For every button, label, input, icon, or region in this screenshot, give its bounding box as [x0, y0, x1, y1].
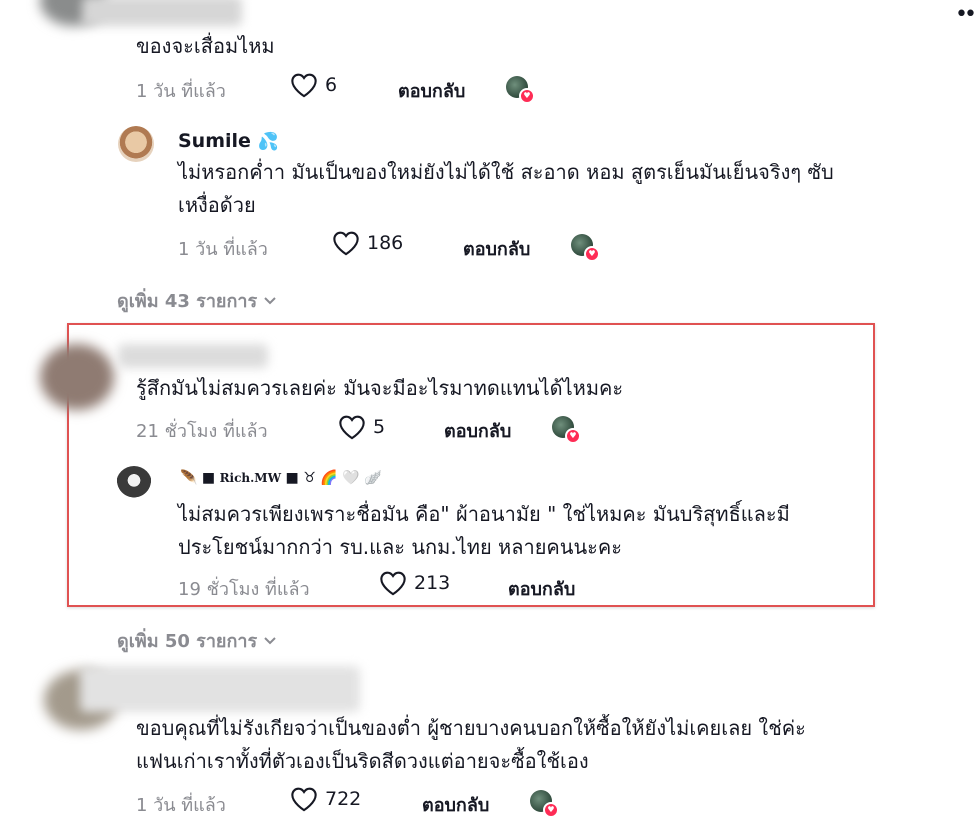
- like-count: 186: [367, 232, 404, 254]
- heart-icon: [333, 231, 359, 256]
- chevron-down-icon: [264, 296, 276, 304]
- avatar[interactable]: [40, 344, 114, 410]
- reply-button[interactable]: ตอบกลับ: [463, 234, 530, 263]
- comment-1: ของจะเสื่อมไหม 1 วัน ที่แล้ว 6 ตอบกลับ ♥: [0, 0, 978, 110]
- reply-button[interactable]: ตอบกลับ: [398, 76, 465, 105]
- comment-2: รู้สึกมันไม่สมควรเลยค่ะ มันจะมีอะไรมาทดแ…: [0, 330, 978, 450]
- chevron-down-icon: [264, 636, 276, 644]
- reply-button[interactable]: ตอบกลับ: [422, 790, 489, 819]
- username-text: Rich.MW: [219, 471, 282, 485]
- heart-icon: [291, 787, 317, 812]
- like-count: 5: [373, 416, 386, 438]
- comment-text: รู้สึกมันไม่สมควรเลยค่ะ มันจะมีอะไรมาทดแ…: [136, 376, 624, 400]
- feather-icon: 🪶 ■: [180, 470, 216, 486]
- comment-time: 1 วัน ที่แล้ว: [136, 795, 226, 816]
- heart-icon: [339, 415, 365, 440]
- sweat-droplets-icon: 💦: [257, 132, 279, 152]
- comment-3: ขอบคุณที่ไม่รังเกียจว่าเป็นของต่ำ ผู้ชาย…: [0, 664, 978, 820]
- username-blurred[interactable]: [82, 0, 242, 26]
- username-blurred[interactable]: [118, 344, 268, 368]
- avatar[interactable]: [116, 466, 152, 502]
- comment-text: ไม่หรอกค่ำา มันเป็นของใหม่ยังไม่ได้ใช้ ส…: [178, 160, 834, 217]
- like-button[interactable]: 5: [338, 414, 385, 440]
- view-more-replies[interactable]: ดูเพิ่ม 50 รายการ: [117, 626, 277, 655]
- heart-badge-icon: ♥: [543, 802, 559, 818]
- reply-comment-richmw: 🪶 ■ Rich.MW ■ ♉ 🌈 🤍 🪽 ไม่สมควรเพียงเพราะ…: [0, 462, 978, 602]
- view-more-label: ดูเพิ่ม 50 รายการ: [117, 631, 258, 652]
- comment-time: 21 ชั่วโมง ที่แล้ว: [136, 421, 268, 442]
- comment-time: 1 วัน ที่แล้ว: [136, 81, 226, 102]
- heart-icon: [291, 73, 317, 98]
- comment-time: 1 วัน ที่แล้ว: [178, 239, 268, 260]
- like-button[interactable]: 722: [290, 786, 361, 812]
- reply-button[interactable]: ตอบกลับ: [444, 416, 511, 445]
- like-button[interactable]: 213: [379, 570, 450, 596]
- view-more-replies[interactable]: ดูเพิ่ม 43 รายการ: [117, 286, 277, 315]
- like-button[interactable]: 186: [332, 230, 403, 256]
- username-blurred[interactable]: [80, 666, 360, 712]
- comment-text: ขอบคุณที่ไม่รังเกียจว่าเป็นของต่ำ ผู้ชาย…: [136, 716, 806, 773]
- comment-time: 19 ชั่วโมง ที่แล้ว: [178, 579, 310, 600]
- like-count: 722: [325, 788, 362, 810]
- like-count: 6: [325, 74, 338, 96]
- like-button[interactable]: 6: [290, 72, 337, 98]
- like-count: 213: [414, 572, 451, 594]
- heart-badge-icon: ♥: [584, 246, 600, 262]
- reply-button[interactable]: ตอบกลับ: [508, 574, 575, 603]
- view-more-label: ดูเพิ่ม 43 รายการ: [117, 291, 258, 312]
- reply-comment-sumile: Sumile 💦 ไม่หรอกค่ำา มันเป็นของใหม่ยังไม…: [0, 118, 978, 268]
- comment-text: ไม่สมควรเพียงเพราะชื่อมัน คือ" ผ้าอนามัย…: [178, 502, 790, 559]
- heart-badge-icon: ♥: [565, 428, 581, 444]
- emoji-decoration-icon: ■ ♉ 🌈 🤍 🪽: [285, 470, 382, 486]
- username[interactable]: Sumile 💦: [178, 130, 279, 152]
- heart-badge-icon: ♥: [519, 88, 535, 104]
- username-text: Sumile: [178, 130, 251, 152]
- comment-text: ของจะเสื่อมไหม: [136, 34, 275, 58]
- heart-icon: [380, 571, 406, 596]
- username[interactable]: 🪶 ■ Rich.MW ■ ♉ 🌈 🤍 🪽: [180, 470, 381, 486]
- avatar[interactable]: [118, 126, 154, 162]
